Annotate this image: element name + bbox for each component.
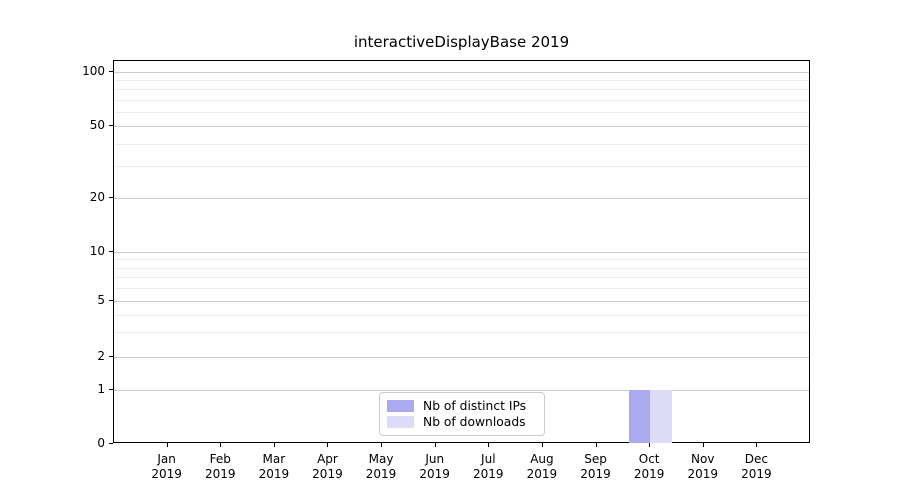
- y-tick: [109, 300, 113, 301]
- x-tick: [166, 443, 168, 447]
- gridline-minor: [114, 112, 809, 113]
- y-tick-label: 2: [97, 349, 105, 363]
- y-tick-label: 10: [89, 244, 105, 258]
- gridline-minor: [114, 288, 809, 289]
- y-tick: [109, 197, 113, 198]
- chart-title: interactiveDisplayBase 2019: [353, 33, 570, 51]
- y-tick-label: 50: [89, 118, 105, 132]
- gridline-major: [114, 252, 809, 253]
- x-tick: [702, 443, 704, 447]
- legend-label: Nb of downloads: [423, 415, 526, 429]
- figure: interactiveDisplayBase 2019 0 1 2 5 10 20 50 10…: [0, 0, 900, 500]
- gridline-major: [114, 198, 809, 199]
- x-tick: [220, 443, 222, 447]
- y-tick-label: 20: [89, 190, 105, 204]
- legend-swatch: [387, 400, 414, 412]
- plot-area: [113, 60, 810, 443]
- legend-item: Nb of distinct IPs: [387, 398, 536, 414]
- y-tick: [109, 443, 113, 444]
- gridline-major: [114, 126, 809, 127]
- x-tick: [488, 443, 490, 447]
- x-tick: [381, 443, 383, 447]
- x-tick: [273, 443, 275, 447]
- y-tick-label: 0: [97, 436, 105, 450]
- y-tick-label: 100: [82, 64, 105, 78]
- gridline-minor: [114, 315, 809, 316]
- gridline-minor: [114, 144, 809, 145]
- gridline-minor: [114, 166, 809, 167]
- gridline-minor: [114, 332, 809, 333]
- gridline-minor: [114, 100, 809, 101]
- gridline-minor: [114, 80, 809, 81]
- gridline-major: [114, 357, 809, 358]
- gridline-major: [114, 72, 809, 73]
- legend-item: Nb of downloads: [387, 414, 536, 430]
- y-tick-label: 5: [97, 293, 105, 307]
- y-tick: [109, 356, 113, 357]
- legend-label: Nb of distinct IPs: [423, 399, 527, 413]
- y-tick: [109, 125, 113, 126]
- gridline-minor: [114, 268, 809, 269]
- gridline-minor: [114, 259, 809, 260]
- x-tick-label: Dec 2019: [741, 452, 772, 481]
- legend-swatch: [387, 416, 414, 428]
- gridline-minor: [114, 89, 809, 90]
- x-tick: [541, 443, 543, 447]
- gridline-minor: [114, 277, 809, 278]
- y-tick-label: 1: [97, 382, 105, 396]
- y-tick: [109, 71, 113, 72]
- x-tick: [595, 443, 597, 447]
- bar-nb-of-downloads: [650, 390, 672, 443]
- gridline-major: [114, 301, 809, 302]
- x-tick: [649, 443, 651, 447]
- gridline-major: [114, 390, 809, 391]
- x-tick: [434, 443, 436, 447]
- x-tick: [327, 443, 329, 447]
- x-tick: [756, 443, 758, 447]
- y-tick: [109, 251, 113, 252]
- bar-nb-of-distinct-ips: [628, 390, 651, 443]
- legend: Nb of distinct IPs Nb of downloads: [379, 392, 545, 436]
- y-tick: [109, 389, 113, 390]
